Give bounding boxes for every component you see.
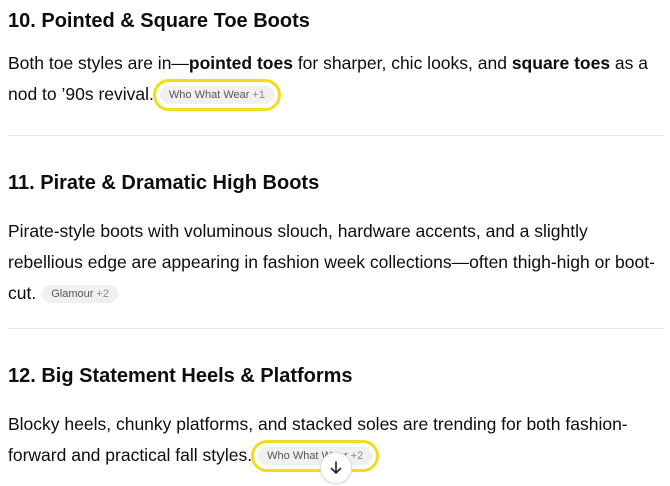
- section-heading: 12. Big Statement Heels & Platforms: [8, 365, 353, 387]
- citation-source: Who What Wear: [168, 89, 250, 101]
- bold-term: pointed toes: [188, 53, 293, 73]
- citation-chip[interactable]: Who What Wear +2: [251, 440, 380, 472]
- section-paragraph: Pirate-style boots with voluminous slouc…: [8, 216, 664, 309]
- citation-chip[interactable]: Glamour +2: [42, 285, 118, 303]
- paragraph-text: for sharper, chic looks, and: [292, 53, 512, 73]
- scroll-to-bottom-button[interactable]: [320, 452, 352, 484]
- chat-response-page: 10. Pointed & Square Toe Boots Both toe …: [0, 0, 670, 486]
- section-heading: 10. Pointed & Square Toe Boots: [8, 10, 310, 32]
- section-heading: 11. Pirate & Dramatic High Boots: [8, 172, 320, 194]
- section-pirate-high-boots: 11. Pirate & Dramatic High Boots Pirate-…: [8, 170, 664, 309]
- paragraph-text: Both toe styles are in—: [8, 53, 189, 73]
- citation-count: +2: [96, 288, 109, 300]
- citation-chip[interactable]: Who What Wear +1: [152, 79, 281, 111]
- citation-count: +2: [350, 450, 364, 462]
- bold-term: square toes: [511, 53, 611, 73]
- arrow-down-icon: [328, 460, 344, 476]
- citation-source: Glamour: [51, 288, 94, 300]
- citation-count: +1: [252, 89, 265, 101]
- section-pointed-square-toe: 10. Pointed & Square Toe Boots Both toe …: [8, 8, 664, 111]
- section-divider: [8, 328, 664, 329]
- section-divider: [8, 135, 664, 136]
- section-paragraph: Both toe styles are in—pointed toes for …: [8, 48, 664, 111]
